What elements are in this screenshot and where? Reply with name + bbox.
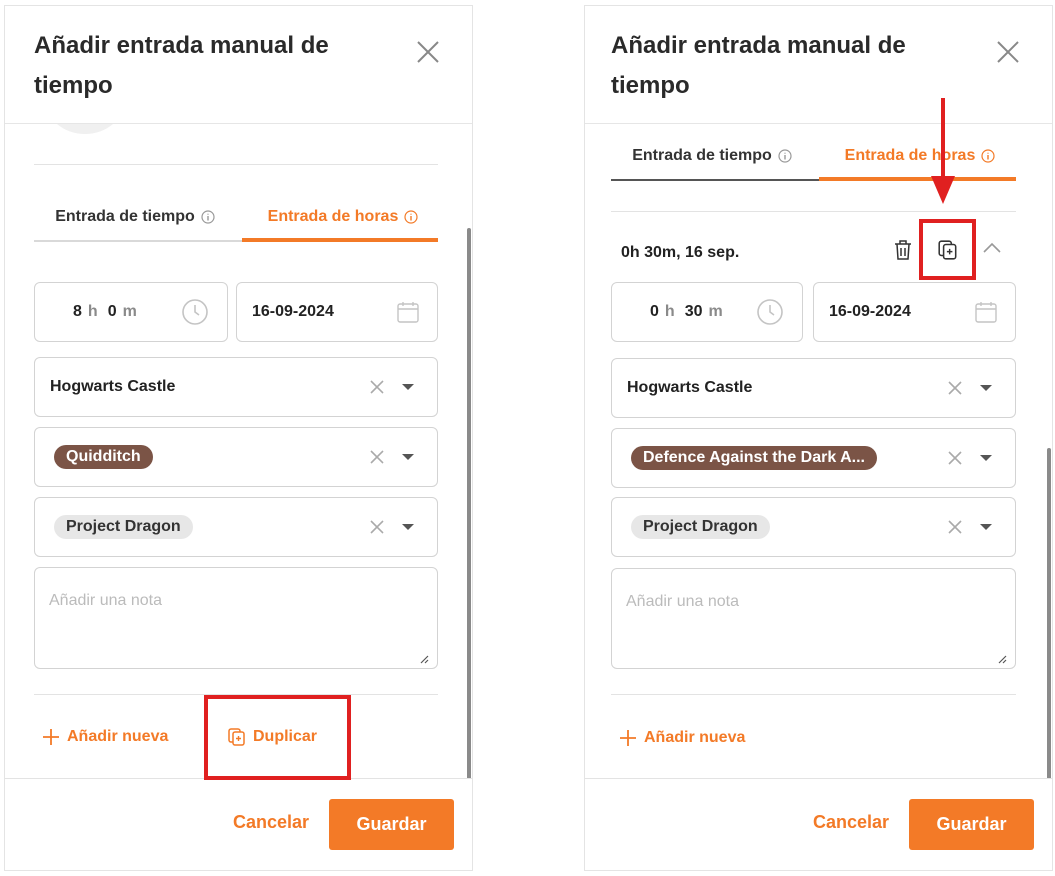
chevron-up-icon[interactable] <box>982 241 1002 255</box>
tag-select[interactable]: Project Dragon <box>611 497 1016 557</box>
tab-hours-entry[interactable]: Entrada de horas <box>819 133 1021 179</box>
tag-chip: Project Dragon <box>631 515 770 539</box>
note-placeholder: Añadir una nota <box>49 592 162 609</box>
tag-chip: Project Dragon <box>54 515 193 539</box>
tab-label: Entrada de horas <box>844 147 976 164</box>
minutes-value: 30 <box>684 303 703 320</box>
date-value: 16-09-2024 <box>829 303 911 320</box>
caret-down-icon[interactable] <box>980 455 992 461</box>
tab-hours-entry[interactable]: Entrada de horas <box>242 194 444 240</box>
calendar-icon <box>975 302 997 323</box>
caret-down-icon[interactable] <box>402 454 414 460</box>
add-new-button[interactable]: Añadir nueva <box>618 728 745 748</box>
duplicate-icon[interactable] <box>937 239 959 261</box>
divider <box>34 694 438 695</box>
hours-value: 0 <box>650 303 659 320</box>
duplicate-icon <box>228 728 245 746</box>
project-select[interactable]: Hogwarts Castle <box>611 358 1016 418</box>
note-textarea[interactable]: Añadir una nota <box>34 567 438 669</box>
info-icon <box>404 210 418 224</box>
caret-down-icon[interactable] <box>402 524 414 530</box>
duplicate-label: Duplicar <box>253 728 318 745</box>
time-entry-dialog-left: Añadir entrada manual de tiempo Entrada … <box>4 5 473 871</box>
task-select[interactable]: Defence Against the Dark A... <box>611 428 1016 488</box>
cancel-button[interactable]: Cancelar <box>233 812 309 833</box>
date-value: 16-09-2024 <box>252 303 334 320</box>
task-select[interactable]: Quidditch <box>34 427 438 487</box>
time-entry-dialog-right: Añadir entrada manual de tiempo Entrada … <box>584 5 1053 871</box>
dialog-header: Añadir entrada manual de tiempo <box>585 6 1052 124</box>
close-icon[interactable] <box>414 38 442 66</box>
note-placeholder: Añadir una nota <box>626 593 739 610</box>
clear-icon[interactable] <box>369 379 385 395</box>
clear-icon[interactable] <box>369 449 385 465</box>
caret-down-icon[interactable] <box>402 384 414 390</box>
tab-label: Entrada de tiempo <box>632 147 772 164</box>
plus-icon <box>620 730 636 746</box>
tag-select[interactable]: Project Dragon <box>34 497 438 557</box>
minutes-value: 0 <box>107 303 117 320</box>
duplicate-button[interactable]: Duplicar <box>227 727 317 747</box>
add-new-button[interactable]: Añadir nueva <box>41 727 168 747</box>
tab-time-entry[interactable]: Entrada de tiempo <box>34 194 236 240</box>
scrollbar[interactable] <box>1047 448 1051 780</box>
entry-summary: 0h 30m, 16 sep. <box>621 244 740 261</box>
minutes-unit: m <box>122 303 137 320</box>
plus-icon <box>43 729 59 745</box>
duration-input[interactable]: 0 h 30 m <box>611 282 803 342</box>
resize-icon[interactable] <box>419 654 429 664</box>
date-input[interactable]: 16-09-2024 <box>236 282 438 342</box>
caret-down-icon[interactable] <box>980 524 992 530</box>
dialog-title: Añadir entrada manual de tiempo <box>34 32 329 99</box>
task-chip: Defence Against the Dark A... <box>631 446 877 470</box>
divider <box>611 211 1016 212</box>
minutes-unit: m <box>708 303 723 320</box>
hours-value: 8 <box>73 303 82 320</box>
info-icon <box>778 149 792 163</box>
clear-icon[interactable] <box>947 519 963 535</box>
add-new-label: Añadir nueva <box>644 729 746 746</box>
hours-unit: h <box>664 303 675 320</box>
task-chip: Quidditch <box>54 445 153 469</box>
scrollbar[interactable] <box>467 228 471 780</box>
entry-tabs: Entrada de tiempo Entrada de horas <box>611 133 1016 181</box>
resize-icon[interactable] <box>997 654 1007 664</box>
add-new-label: Añadir nueva <box>67 728 169 745</box>
clear-icon[interactable] <box>947 380 963 396</box>
hours-unit: h <box>87 303 98 320</box>
clear-icon[interactable] <box>947 450 963 466</box>
project-select[interactable]: Hogwarts Castle <box>34 357 438 417</box>
entry-tabs: Entrada de tiempo Entrada de horas <box>34 194 438 242</box>
duration-input[interactable]: 8 h 0 m <box>34 282 228 342</box>
dialog-title: Añadir entrada manual de tiempo <box>611 32 906 99</box>
caret-down-icon[interactable] <box>980 385 992 391</box>
divider <box>611 694 1016 695</box>
cancel-button[interactable]: Cancelar <box>813 812 889 833</box>
tab-label: Entrada de horas <box>267 208 399 225</box>
date-input[interactable]: 16-09-2024 <box>813 282 1016 342</box>
dialog-header: Añadir entrada manual de tiempo <box>5 6 472 124</box>
info-icon <box>981 149 995 163</box>
dialog-footer: Cancelar Guardar <box>5 778 472 870</box>
divider <box>34 164 438 165</box>
project-value: Hogwarts Castle <box>627 379 753 396</box>
active-tab-indicator <box>819 177 1016 181</box>
calendar-icon <box>397 302 419 323</box>
save-button[interactable]: Guardar <box>909 799 1034 850</box>
tab-label: Entrada de tiempo <box>55 208 195 225</box>
dialog-footer: Cancelar Guardar <box>585 778 1052 870</box>
trash-icon[interactable] <box>893 239 913 261</box>
clear-icon[interactable] <box>369 519 385 535</box>
close-icon[interactable] <box>994 38 1022 66</box>
info-icon <box>201 210 215 224</box>
note-textarea[interactable]: Añadir una nota <box>611 568 1016 669</box>
clock-icon <box>182 299 208 325</box>
active-tab-indicator <box>242 238 438 242</box>
project-value: Hogwarts Castle <box>50 378 176 395</box>
tab-time-entry[interactable]: Entrada de tiempo <box>611 133 813 179</box>
save-button[interactable]: Guardar <box>329 799 454 850</box>
clock-icon <box>757 299 783 325</box>
